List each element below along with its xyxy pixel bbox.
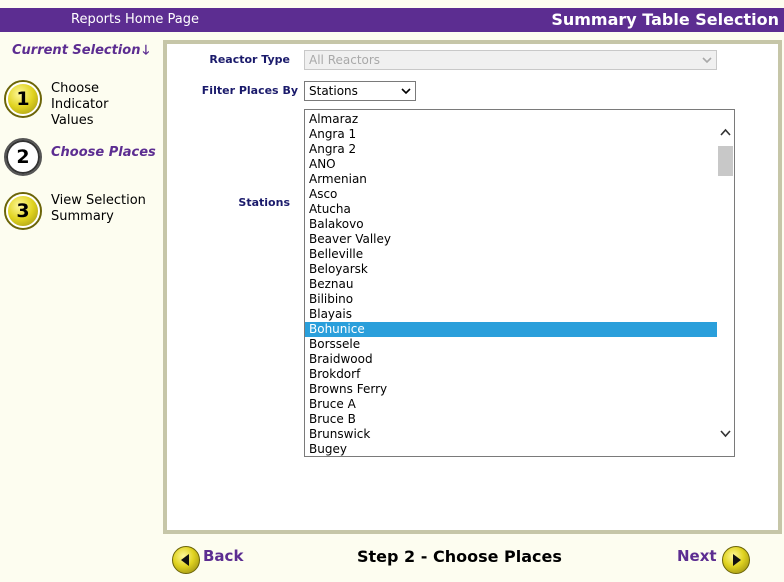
step-3[interactable]: 3 View Selection Summary — [4, 192, 164, 232]
filter-places-label: Filter Places By — [201, 84, 298, 97]
list-item[interactable]: Brokdorf — [305, 367, 717, 382]
list-item[interactable]: Bilibino — [305, 292, 717, 307]
list-item[interactable]: Atucha — [305, 202, 717, 217]
back-label: Back — [203, 547, 244, 565]
current-step-label: Step 2 - Choose Places — [357, 547, 562, 566]
chevron-down-icon — [401, 88, 411, 95]
list-item[interactable]: Beloyarsk — [305, 262, 717, 277]
step-number-badge: 3 — [4, 192, 42, 230]
list-item[interactable]: Bohunice — [305, 322, 717, 337]
step-2-label: Choose Places — [51, 145, 156, 160]
list-item[interactable]: Brunswick — [305, 427, 717, 442]
scroll-down-icon[interactable] — [719, 427, 732, 440]
page-title: Summary Table Selection — [551, 10, 779, 29]
arrow-down-icon: 🡓 — [142, 43, 150, 58]
list-item[interactable]: Angra 2 — [305, 142, 717, 157]
list-item[interactable]: Blayais — [305, 307, 717, 322]
stations-listbox[interactable]: Almaraz Angra 1 Angra 2 ANO Armenian Asco Atuc… — [304, 109, 735, 457]
list-item[interactable]: Almaraz — [305, 112, 717, 127]
listbox-scrollbar[interactable] — [717, 110, 734, 456]
current-selection-link[interactable]: Current Selection 🡓 — [12, 41, 149, 63]
list-item[interactable]: Armenian — [305, 172, 717, 187]
list-item[interactable]: Browns Ferry — [305, 382, 717, 397]
list-item[interactable]: Balakovo — [305, 217, 717, 232]
list-item[interactable]: Asco — [305, 187, 717, 202]
step-1-label: Choose Indicator Values — [51, 81, 109, 128]
list-item[interactable]: Borssele — [305, 337, 717, 352]
next-button[interactable]: Next — [677, 546, 757, 576]
list-item[interactable]: Angra 1 — [305, 127, 717, 142]
reactor-type-select: All Reactors — [304, 50, 717, 70]
next-arrow-icon — [722, 546, 750, 574]
step-number-badge: 1 — [4, 80, 42, 118]
list-item[interactable]: Bugey — [305, 442, 717, 456]
filter-places-select[interactable]: Stations — [304, 81, 416, 101]
step-3-label: View Selection Summary — [51, 193, 146, 224]
stations-label: Stations — [238, 196, 290, 209]
step-number-badge: 2 — [4, 138, 42, 176]
header-bar: Reports Home Page Summary Table Selectio… — [0, 8, 784, 32]
back-arrow-icon — [172, 546, 200, 574]
back-button[interactable]: Back — [172, 546, 252, 576]
step-2[interactable]: 2 Choose Places — [4, 138, 164, 178]
list-item[interactable]: Bruce B — [305, 412, 717, 427]
next-label: Next — [677, 547, 717, 565]
list-item[interactable]: ANO — [305, 157, 717, 172]
reports-home-link[interactable]: Reports Home Page — [71, 12, 199, 27]
list-item[interactable]: Beznau — [305, 277, 717, 292]
step-1[interactable]: 1 Choose Indicator Values — [4, 80, 164, 130]
list-item[interactable]: Bruce A — [305, 397, 717, 412]
list-item[interactable]: Beaver Valley — [305, 232, 717, 247]
list-item[interactable]: Braidwood — [305, 352, 717, 367]
chevron-down-icon — [702, 57, 712, 64]
list-item[interactable]: Belleville — [305, 247, 717, 262]
stations-list: Almaraz Angra 1 Angra 2 ANO Armenian Asco Atuc… — [305, 112, 717, 456]
scrollbar-thumb[interactable] — [718, 146, 733, 176]
reactor-type-label: Reactor Type — [209, 53, 290, 66]
scroll-up-icon[interactable] — [719, 126, 732, 139]
current-selection-label: Current Selection — [12, 43, 141, 58]
